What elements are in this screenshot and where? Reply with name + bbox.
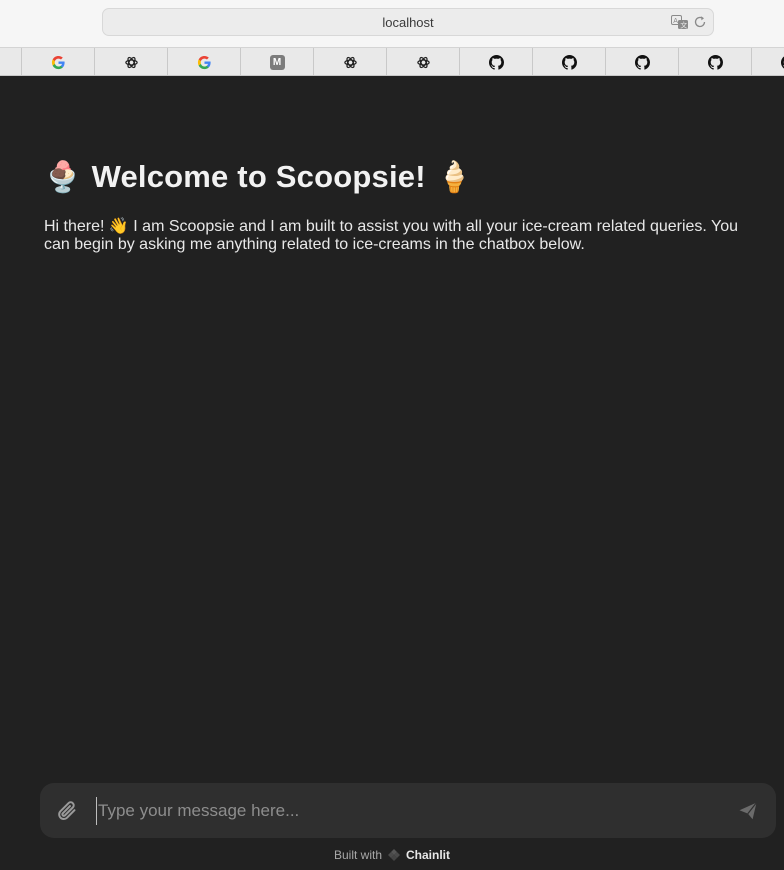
reload-icon[interactable] xyxy=(693,15,707,29)
chatgpt-icon xyxy=(343,56,357,68)
browser-toolbar: localhost A 文 xyxy=(0,0,784,48)
welcome-message: Hi there! 👋 I am Scoopsie and I am built… xyxy=(44,218,739,253)
chat-area: 🍨 Welcome to Scoopsie! 🍦 Hi there! 👋 I a… xyxy=(0,77,784,870)
tab-medium[interactable]: M xyxy=(241,48,314,75)
chainlit-logo-icon xyxy=(388,849,401,861)
message-composer xyxy=(40,783,776,838)
github-icon xyxy=(488,54,504,70)
tab-github[interactable] xyxy=(752,48,784,75)
tab-google[interactable] xyxy=(168,48,241,75)
svg-text:文: 文 xyxy=(680,21,687,30)
chatgpt-icon xyxy=(416,56,430,68)
tab-chatgpt[interactable] xyxy=(95,48,168,75)
paperclip-icon[interactable] xyxy=(55,799,79,823)
tab-chatgpt[interactable] xyxy=(387,48,460,75)
send-icon[interactable] xyxy=(738,801,758,821)
favorites-bar: M xyxy=(0,48,784,76)
google-icon xyxy=(51,55,65,69)
footer: Built with Chainlit xyxy=(0,848,784,862)
tab-github[interactable] xyxy=(606,48,679,75)
github-icon xyxy=(707,54,723,70)
tab-github[interactable] xyxy=(460,48,533,75)
url-text: localhost xyxy=(382,15,434,30)
ice-cream-cone-emoji: 🍦 xyxy=(435,160,474,194)
address-bar[interactable]: localhost A 文 xyxy=(102,8,714,36)
svg-text:A: A xyxy=(673,18,678,25)
message-input[interactable] xyxy=(96,797,716,825)
chatgpt-icon xyxy=(124,56,138,68)
tab-chatgpt[interactable] xyxy=(314,48,387,75)
github-icon xyxy=(561,54,577,70)
built-with-text: Built with xyxy=(333,848,383,862)
tab-github[interactable] xyxy=(679,48,752,75)
translate-icon[interactable]: A 文 xyxy=(671,15,689,30)
welcome-heading: 🍨 Welcome to Scoopsie! 🍦 xyxy=(44,159,473,195)
tab-google[interactable] xyxy=(22,48,95,75)
google-icon xyxy=(197,55,211,69)
github-icon xyxy=(780,55,784,69)
chainlit-link[interactable]: Chainlit xyxy=(406,848,450,862)
medium-icon: M xyxy=(269,54,285,70)
welcome-title-text: Welcome to Scoopsie! xyxy=(91,159,426,194)
sundae-emoji: 🍨 xyxy=(44,160,82,194)
tab-github[interactable] xyxy=(533,48,606,75)
tab-bar-start xyxy=(0,48,22,75)
github-icon xyxy=(634,54,650,70)
